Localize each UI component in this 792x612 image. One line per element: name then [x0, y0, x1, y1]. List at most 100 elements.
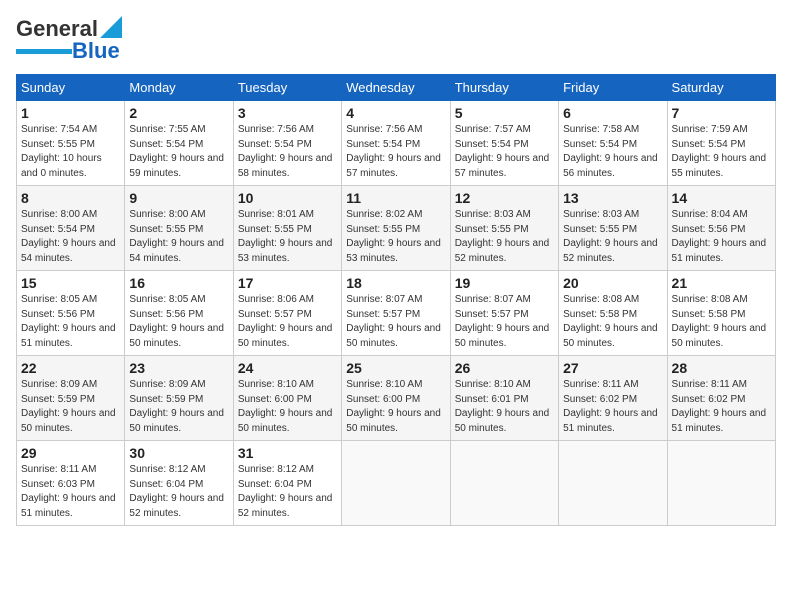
calendar-cell — [667, 441, 775, 526]
calendar-cell: 26 Sunrise: 8:10 AMSunset: 6:01 PMDayligh… — [450, 356, 558, 441]
day-number: 14 — [672, 190, 771, 206]
calendar-cell: 27Sunrise: 8:11 AMSunset: 6:02 PMDayligh… — [559, 356, 667, 441]
day-number: 1 — [21, 105, 120, 121]
day-number: 5 — [455, 105, 554, 121]
calendar-cell: 21Sunrise: 8:08 AMSunset: 5:58 PMDayligh… — [667, 271, 775, 356]
calendar-cell: 22Sunrise: 8:09 AMSunset: 5:59 PMDayligh… — [17, 356, 125, 441]
week-row-3: 15 Sunrise: 8:05 AMSunset: 5:56 PMDayligh… — [17, 271, 776, 356]
main-container: General Blue SundayMondayTuesdayWednesda… — [0, 0, 792, 534]
day-info: Sunrise: 8:00 AMSunset: 5:55 PMDaylight:… — [129, 208, 228, 266]
calendar-cell: 25 Sunrise: 8:10 AMSunset: 6:00 PMDayligh… — [342, 356, 450, 441]
logo-text-blue: Blue — [72, 38, 120, 64]
calendar-cell: 6 Sunrise: 7:58 AMSunset: 5:54 PMDaylight… — [559, 101, 667, 186]
calendar-cell: 3 Sunrise: 7:56 AMSunset: 5:54 PMDaylight… — [233, 101, 341, 186]
day-info: Sunrise: 8:10 AMSunset: 6:00 PMDaylight:… — [346, 378, 445, 436]
day-info: Sunrise: 8:10 AMSunset: 6:00 PMDaylight:… — [238, 378, 337, 436]
day-info: Sunrise: 7:56 AMSunset: 5:54 PMDaylight:… — [238, 123, 337, 181]
logo: General Blue — [16, 16, 122, 64]
day-header-monday: Monday — [125, 75, 233, 101]
day-number: 10 — [238, 190, 337, 206]
day-info: Sunrise: 8:05 AMSunset: 5:56 PMDaylight:… — [129, 293, 228, 351]
calendar-cell — [450, 441, 558, 526]
day-info: Sunrise: 8:06 AMSunset: 5:57 PMDaylight:… — [238, 293, 337, 351]
calendar-cell: 28Sunrise: 8:11 AMSunset: 6:02 PMDayligh… — [667, 356, 775, 441]
calendar-cell — [559, 441, 667, 526]
day-header-wednesday: Wednesday — [342, 75, 450, 101]
logo-triangle-icon — [100, 16, 122, 38]
day-number: 23 — [129, 360, 228, 376]
day-number: 20 — [563, 275, 662, 291]
day-info: Sunrise: 8:04 AMSunset: 5:56 PMDaylight:… — [672, 208, 771, 266]
calendar-cell: 14 Sunrise: 8:04 AMSunset: 5:56 PMDayligh… — [667, 186, 775, 271]
day-number: 8 — [21, 190, 120, 206]
day-info: Sunrise: 8:00 AMSunset: 5:54 PMDaylight:… — [21, 208, 120, 266]
day-info: Sunrise: 8:11 AMSunset: 6:02 PMDaylight:… — [672, 378, 771, 436]
day-number: 17 — [238, 275, 337, 291]
week-row-5: 29Sunrise: 8:11 AMSunset: 6:03 PMDayligh… — [17, 441, 776, 526]
day-info: Sunrise: 8:11 AMSunset: 6:02 PMDaylight:… — [563, 378, 662, 436]
day-info: Sunrise: 7:55 AMSunset: 5:54 PMDaylight:… — [129, 123, 228, 181]
calendar-cell: 13 Sunrise: 8:03 AMSunset: 5:55 PMDayligh… — [559, 186, 667, 271]
day-number: 2 — [129, 105, 228, 121]
day-number: 3 — [238, 105, 337, 121]
calendar-cell: 12 Sunrise: 8:03 AMSunset: 5:55 PMDayligh… — [450, 186, 558, 271]
calendar-cell: 30Sunrise: 8:12 AMSunset: 6:04 PMDayligh… — [125, 441, 233, 526]
day-info: Sunrise: 8:03 AMSunset: 5:55 PMDaylight:… — [563, 208, 662, 266]
day-info: Sunrise: 8:08 AMSunset: 5:58 PMDaylight:… — [672, 293, 771, 351]
day-number: 16 — [129, 275, 228, 291]
day-info: Sunrise: 8:07 AMSunset: 5:57 PMDaylight:… — [455, 293, 554, 351]
calendar-cell: 2 Sunrise: 7:55 AMSunset: 5:54 PMDaylight… — [125, 101, 233, 186]
calendar-cell: 31Sunrise: 8:12 AMSunset: 6:04 PMDayligh… — [233, 441, 341, 526]
day-info: Sunrise: 7:56 AMSunset: 5:54 PMDaylight:… — [346, 123, 445, 181]
day-headers-row: SundayMondayTuesdayWednesdayThursdayFrid… — [17, 75, 776, 101]
day-number: 24 — [238, 360, 337, 376]
calendar-cell — [342, 441, 450, 526]
day-number: 18 — [346, 275, 445, 291]
day-info: Sunrise: 8:02 AMSunset: 5:55 PMDaylight:… — [346, 208, 445, 266]
day-number: 13 — [563, 190, 662, 206]
calendar-cell: 10 Sunrise: 8:01 AMSunset: 5:55 PMDayligh… — [233, 186, 341, 271]
day-info: Sunrise: 8:03 AMSunset: 5:55 PMDaylight:… — [455, 208, 554, 266]
day-number: 6 — [563, 105, 662, 121]
calendar-cell: 23 Sunrise: 8:09 AMSunset: 5:59 PMDayligh… — [125, 356, 233, 441]
calendar-cell: 16 Sunrise: 8:05 AMSunset: 5:56 PMDayligh… — [125, 271, 233, 356]
day-number: 25 — [346, 360, 445, 376]
day-header-thursday: Thursday — [450, 75, 558, 101]
day-number: 30 — [129, 445, 228, 461]
day-number: 4 — [346, 105, 445, 121]
calendar-cell: 18Sunrise: 8:07 AMSunset: 5:57 PMDayligh… — [342, 271, 450, 356]
day-number: 31 — [238, 445, 337, 461]
day-header-tuesday: Tuesday — [233, 75, 341, 101]
day-info: Sunrise: 8:11 AMSunset: 6:03 PMDaylight:… — [21, 463, 120, 521]
day-info: Sunrise: 8:01 AMSunset: 5:55 PMDaylight:… — [238, 208, 337, 266]
day-number: 26 — [455, 360, 554, 376]
day-number: 11 — [346, 190, 445, 206]
week-row-4: 22Sunrise: 8:09 AMSunset: 5:59 PMDayligh… — [17, 356, 776, 441]
week-row-1: 1 Sunrise: 7:54 AMSunset: 5:55 PMDaylight… — [17, 101, 776, 186]
day-info: Sunrise: 7:57 AMSunset: 5:54 PMDaylight:… — [455, 123, 554, 181]
day-info: Sunrise: 8:10 AMSunset: 6:01 PMDaylight:… — [455, 378, 554, 436]
calendar-cell: 11 Sunrise: 8:02 AMSunset: 5:55 PMDayligh… — [342, 186, 450, 271]
calendar-cell: 4 Sunrise: 7:56 AMSunset: 5:54 PMDaylight… — [342, 101, 450, 186]
day-info: Sunrise: 7:59 AMSunset: 5:54 PMDaylight:… — [672, 123, 771, 181]
day-number: 12 — [455, 190, 554, 206]
day-info: Sunrise: 7:54 AMSunset: 5:55 PMDaylight:… — [21, 123, 120, 181]
day-info: Sunrise: 8:09 AMSunset: 5:59 PMDaylight:… — [21, 378, 120, 436]
calendar-cell: 19 Sunrise: 8:07 AMSunset: 5:57 PMDayligh… — [450, 271, 558, 356]
day-number: 19 — [455, 275, 554, 291]
calendar-cell: 8 Sunrise: 8:00 AMSunset: 5:54 PMDaylight… — [17, 186, 125, 271]
calendar-cell: 20Sunrise: 8:08 AMSunset: 5:58 PMDayligh… — [559, 271, 667, 356]
calendar-cell: 24 Sunrise: 8:10 AMSunset: 6:00 PMDayligh… — [233, 356, 341, 441]
calendar-cell: 1 Sunrise: 7:54 AMSunset: 5:55 PMDaylight… — [17, 101, 125, 186]
day-info: Sunrise: 8:05 AMSunset: 5:56 PMDaylight:… — [21, 293, 120, 351]
calendar-body: 1 Sunrise: 7:54 AMSunset: 5:55 PMDaylight… — [17, 101, 776, 526]
calendar-cell: 17 Sunrise: 8:06 AMSunset: 5:57 PMDayligh… — [233, 271, 341, 356]
day-info: Sunrise: 7:58 AMSunset: 5:54 PMDaylight:… — [563, 123, 662, 181]
day-number: 15 — [21, 275, 120, 291]
calendar-cell: 7Sunrise: 7:59 AMSunset: 5:54 PMDaylight… — [667, 101, 775, 186]
header: General Blue — [16, 16, 776, 64]
day-info: Sunrise: 8:09 AMSunset: 5:59 PMDaylight:… — [129, 378, 228, 436]
week-row-2: 8 Sunrise: 8:00 AMSunset: 5:54 PMDaylight… — [17, 186, 776, 271]
day-header-sunday: Sunday — [17, 75, 125, 101]
day-header-friday: Friday — [559, 75, 667, 101]
